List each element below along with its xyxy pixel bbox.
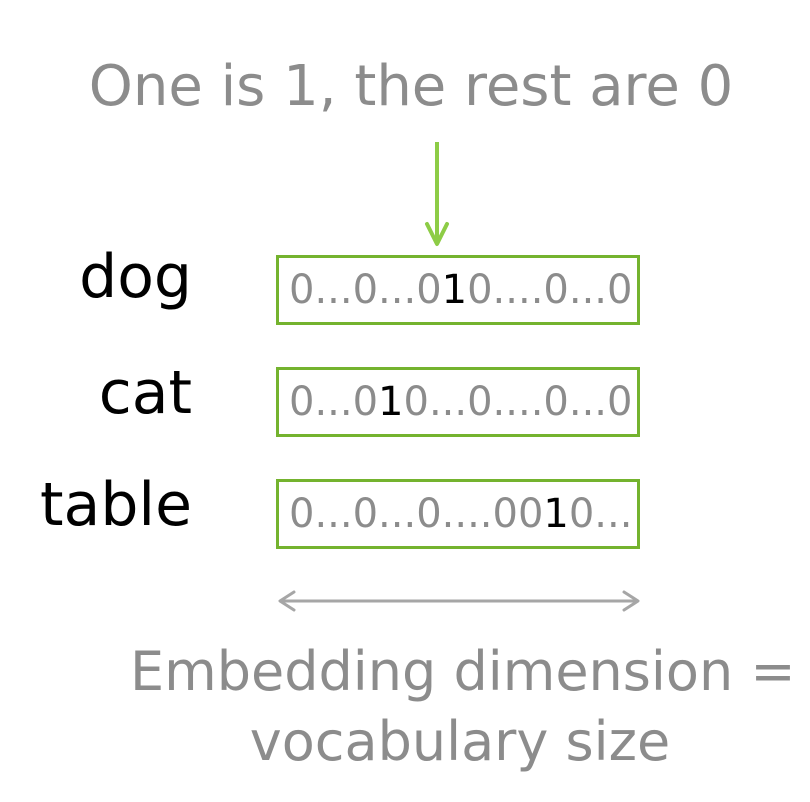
one-hot-vector-table: 0...0...0....0010... bbox=[276, 479, 640, 549]
vector-suffix: 0....0...0 bbox=[467, 267, 633, 313]
vector-suffix: 0... bbox=[568, 491, 633, 537]
caption-line-2: vocabulary size bbox=[249, 710, 671, 773]
word-label-table: table bbox=[40, 470, 192, 540]
vector-digits: 0...0...010....0...0 bbox=[289, 258, 632, 322]
vector-one: 1 bbox=[378, 379, 404, 425]
vector-digits: 0...010...0....0...0 bbox=[289, 370, 632, 434]
vector-prefix: 0...0...0....00 bbox=[289, 491, 544, 537]
word-label-dog: dog bbox=[79, 242, 192, 312]
word-label-cat: cat bbox=[98, 358, 192, 428]
pointer-arrow bbox=[425, 142, 449, 246]
dimension-arrow bbox=[278, 590, 640, 612]
vector-prefix: 0...0 bbox=[289, 379, 379, 425]
caption-line-1: Embedding dimension = bbox=[130, 640, 796, 703]
vector-one: 1 bbox=[441, 267, 468, 313]
vector-suffix: 0...0....0...0 bbox=[403, 379, 633, 425]
vector-prefix: 0...0...0 bbox=[289, 267, 442, 313]
vector-one: 1 bbox=[543, 491, 569, 537]
one-hot-vector-dog: 0...0...010....0...0 bbox=[276, 255, 640, 325]
vector-digits: 0...0...0....0010... bbox=[289, 482, 632, 546]
one-hot-vector-cat: 0...010...0....0...0 bbox=[276, 367, 640, 437]
